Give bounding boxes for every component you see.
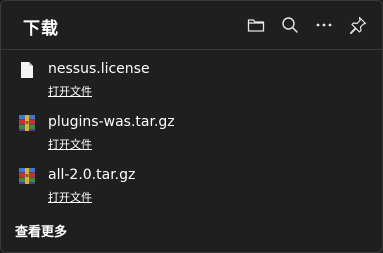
- header-divider: [1, 49, 382, 50]
- open-file-link[interactable]: 打开文件: [48, 83, 92, 99]
- see-more-link[interactable]: 查看更多: [15, 221, 67, 240]
- open-file-link[interactable]: 打开文件: [48, 189, 92, 205]
- pin-icon: [349, 16, 367, 34]
- search-icon: [282, 17, 298, 33]
- download-filename: nessus.license: [48, 61, 150, 77]
- downloads-header: 下载: [1, 1, 382, 49]
- more-options-button[interactable]: [314, 15, 334, 35]
- download-filename: plugins-was.tar.gz: [48, 114, 175, 130]
- document-icon: [21, 62, 33, 78]
- download-item[interactable]: plugins-was.tar.gz 打开文件: [1, 114, 382, 160]
- open-file-link[interactable]: 打开文件: [48, 136, 92, 152]
- panel-title: 下载: [23, 19, 59, 39]
- downloads-panel: 下载 nessus.license 打开文件 plugins-was.tar.g…: [0, 0, 383, 253]
- download-filename: all-2.0.tar.gz: [48, 167, 136, 183]
- open-folder-button[interactable]: [246, 15, 266, 35]
- header-toolbar: [246, 15, 368, 35]
- archive-icon: [19, 168, 35, 184]
- download-item[interactable]: all-2.0.tar.gz 打开文件: [1, 167, 382, 213]
- pin-button[interactable]: [348, 15, 368, 35]
- download-item[interactable]: nessus.license 打开文件: [1, 61, 382, 107]
- archive-icon: [19, 115, 35, 131]
- search-button[interactable]: [280, 15, 300, 35]
- more-icon: [316, 23, 332, 27]
- folder-icon: [247, 19, 265, 32]
